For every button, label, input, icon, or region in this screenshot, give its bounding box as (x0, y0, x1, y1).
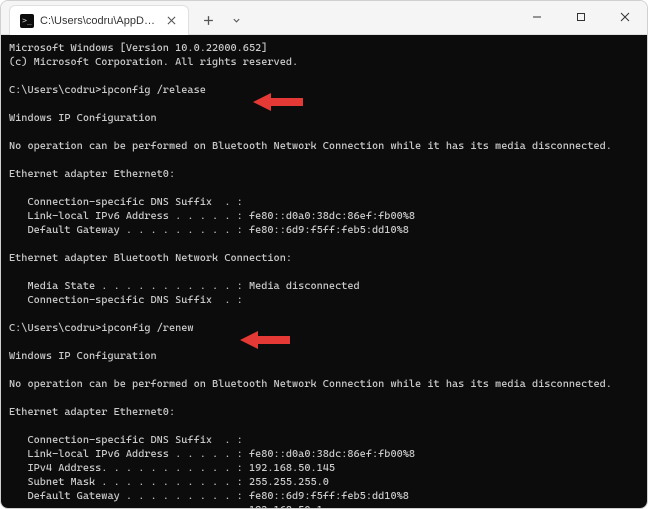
titlebar[interactable]: >_ C:\Users\codru\AppData\Roa (1, 1, 647, 35)
terminal-line: Microsoft Windows [Version 10.0.22000.65… (9, 41, 639, 55)
plus-icon (203, 15, 214, 26)
terminal-line (9, 237, 639, 251)
terminal-line: IPv4 Address. . . . . . . . . . . : 192.… (9, 461, 639, 475)
terminal-line: C:\Users\codru>ipconfig /renew (9, 321, 639, 335)
new-tab-button[interactable] (195, 7, 221, 33)
terminal-line: No operation can be performed on Bluetoo… (9, 377, 639, 391)
maximize-button[interactable] (559, 1, 603, 33)
terminal-line: No operation can be performed on Bluetoo… (9, 139, 639, 153)
terminal-line: Ethernet adapter Ethernet0: (9, 405, 639, 419)
terminal-line (9, 335, 639, 349)
terminal-line (9, 125, 639, 139)
cmd-icon: >_ (20, 14, 34, 28)
tab-dropdown-button[interactable] (223, 7, 249, 33)
terminal-line (9, 307, 639, 321)
terminal-line: Link-local IPv6 Address . . . . . : fe80… (9, 209, 639, 223)
terminal-line: Windows IP Configuration (9, 111, 639, 125)
terminal-line: Default Gateway . . . . . . . . . : fe80… (9, 223, 639, 237)
terminal-line (9, 97, 639, 111)
terminal-line: Ethernet adapter Ethernet0: (9, 167, 639, 181)
minimize-button[interactable] (515, 1, 559, 33)
close-tab-button[interactable] (164, 14, 178, 28)
terminal-line: 192.168.50.1 (9, 503, 639, 508)
terminal-line (9, 153, 639, 167)
terminal-line: Media State . . . . . . . . . . . : Medi… (9, 279, 639, 293)
terminal-body[interactable]: Microsoft Windows [Version 10.0.22000.65… (1, 35, 647, 508)
terminal-line: Subnet Mask . . . . . . . . . . . : 255.… (9, 475, 639, 489)
terminal-line: Default Gateway . . . . . . . . . : fe80… (9, 489, 639, 503)
terminal-line: Link-local IPv6 Address . . . . . : fe80… (9, 447, 639, 461)
x-icon (167, 16, 176, 25)
close-window-button[interactable] (603, 1, 647, 33)
terminal-line: Ethernet adapter Bluetooth Network Conne… (9, 251, 639, 265)
close-icon (620, 12, 630, 22)
terminal-line (9, 419, 639, 433)
minimize-icon (532, 12, 542, 22)
terminal-line (9, 69, 639, 83)
terminal-line (9, 265, 639, 279)
window-controls (515, 1, 647, 33)
terminal-line (9, 363, 639, 377)
terminal-line: Connection-specific DNS Suffix . : (9, 433, 639, 447)
tab-title: C:\Users\codru\AppData\Roa (40, 15, 158, 27)
terminal-window: >_ C:\Users\codru\AppData\Roa Microsoft … (0, 0, 648, 509)
terminal-line: (c) Microsoft Corporation. All rights re… (9, 55, 639, 69)
terminal-line (9, 181, 639, 195)
tab-active[interactable]: >_ C:\Users\codru\AppData\Roa (9, 5, 189, 35)
maximize-icon (576, 12, 586, 22)
terminal-line: Windows IP Configuration (9, 349, 639, 363)
terminal-line: Connection-specific DNS Suffix . : (9, 195, 639, 209)
chevron-down-icon (232, 16, 241, 25)
terminal-line: Connection-specific DNS Suffix . : (9, 293, 639, 307)
terminal-line (9, 391, 639, 405)
terminal-line: C:\Users\codru>ipconfig /release (9, 83, 639, 97)
